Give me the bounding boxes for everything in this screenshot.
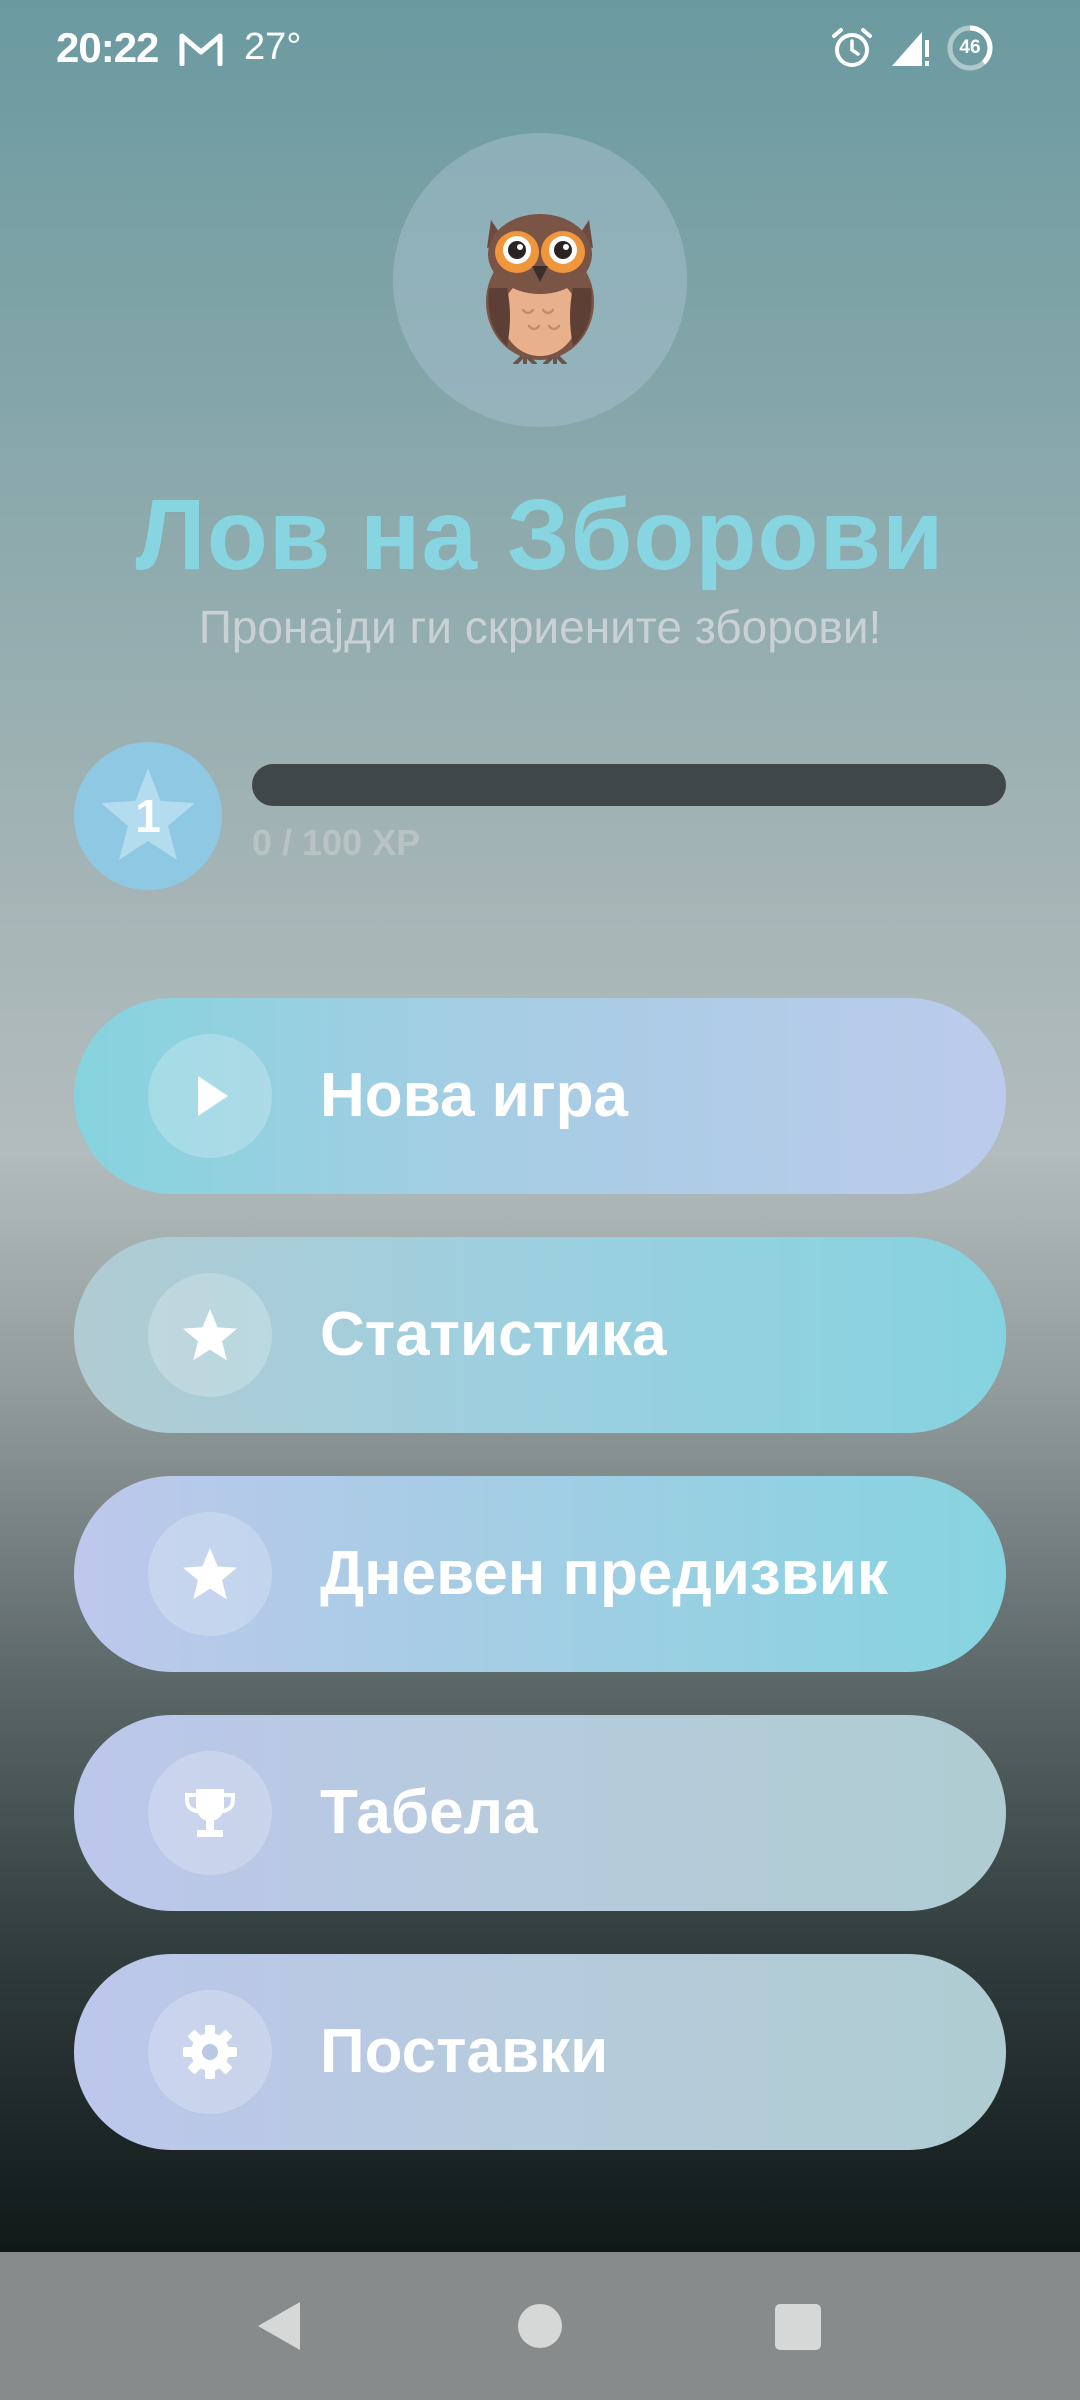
statistics-button[interactable]: Статистика (74, 1237, 1006, 1433)
new-game-label: Нова игра (320, 1061, 628, 1130)
home-icon[interactable] (518, 2304, 562, 2348)
status-bar: 20:22 27° 46 (0, 0, 1080, 100)
settings-icon-circle (148, 1990, 272, 2114)
leaderboard-label: Табела (320, 1778, 538, 1847)
back-icon[interactable] (254, 2298, 304, 2354)
battery-level: 46 (959, 37, 981, 58)
daily-challenge-label: Дневен предизвик (320, 1539, 888, 1608)
navigation-bar (0, 2252, 1080, 2400)
xp-progress-bar (252, 764, 1006, 806)
daily-challenge-button[interactable]: Дневен предизвик (74, 1476, 1006, 1672)
xp-label: 0 / 100 XP (252, 822, 421, 863)
settings-label: Поставки (320, 2017, 609, 2086)
daily-challenge-icon-circle (148, 1512, 272, 1636)
level-number: 1 (135, 790, 161, 842)
gear-icon (183, 2025, 237, 2079)
settings-button[interactable]: Поставки (74, 1954, 1006, 2150)
owl-icon (486, 214, 594, 364)
play-icon (198, 1076, 228, 1116)
level-badge: 1 (74, 742, 222, 890)
alarm-icon (832, 28, 872, 67)
star-icon (183, 1309, 237, 1361)
status-temperature: 27° (244, 26, 302, 68)
trophy-icon (185, 1789, 235, 1837)
new-game-icon-circle (148, 1034, 272, 1158)
statistics-label: Статистика (320, 1300, 667, 1369)
recents-icon[interactable] (775, 2304, 821, 2350)
leaderboard-icon-circle (148, 1751, 272, 1875)
new-game-button[interactable]: Нова игра (74, 998, 1006, 1194)
signal-icon (892, 32, 929, 66)
app-title: Лов на Зборови (135, 479, 945, 591)
leaderboard-button[interactable]: Табела (74, 1715, 1006, 1911)
app-subtitle: Пронајди ги скриените зборови! (198, 601, 882, 653)
gmail-icon (179, 33, 223, 66)
status-time: 20:22 (56, 24, 159, 71)
star-icon (183, 1548, 237, 1600)
statistics-icon-circle (148, 1273, 272, 1397)
